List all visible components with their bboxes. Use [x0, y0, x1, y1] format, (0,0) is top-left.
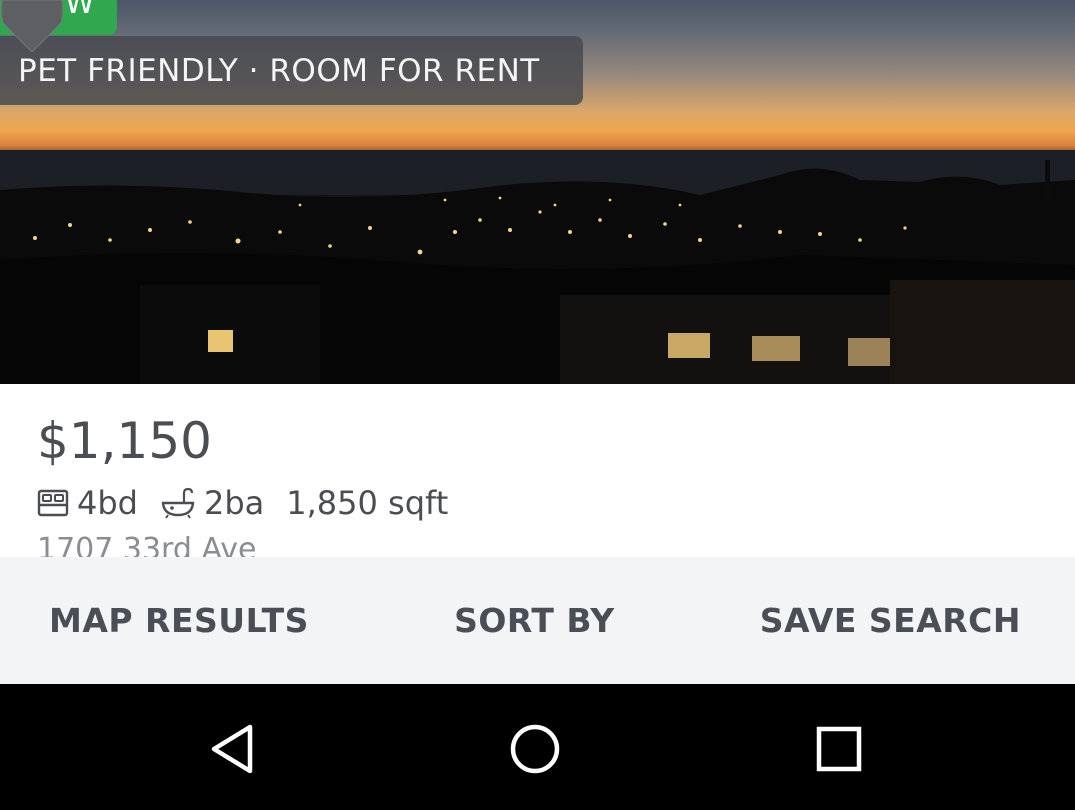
- beds-count: 4bd: [77, 484, 138, 522]
- sqft-spec: 1,850 sqft: [286, 484, 448, 522]
- search-action-bar: MAP RESULTS SORT BY SAVE SEARCH: [0, 557, 1075, 684]
- back-icon: [211, 724, 253, 774]
- baths-spec: 2ba: [160, 484, 264, 522]
- listing-price: $1,150: [37, 412, 212, 470]
- home-button[interactable]: [490, 704, 580, 794]
- home-icon: [510, 724, 560, 774]
- bed-icon: [37, 489, 69, 517]
- system-nav-bar: [0, 684, 1075, 810]
- heart-icon[interactable]: [0, 0, 64, 52]
- baths-count: 2ba: [203, 484, 265, 522]
- map-results-button[interactable]: MAP RESULTS: [49, 601, 309, 640]
- listing-card[interactable]: $1,150 4bd 2ba 1,850 sqft 1707 33rd Ave: [0, 384, 1075, 558]
- save-search-button[interactable]: SAVE SEARCH: [760, 601, 1021, 640]
- listing-specs: 4bd 2ba 1,850 sqft: [37, 484, 470, 522]
- beds-spec: 4bd: [37, 484, 138, 522]
- recents-button[interactable]: [794, 704, 884, 794]
- back-button[interactable]: [187, 704, 277, 794]
- listing-address: 1707 33rd Ave: [37, 532, 257, 558]
- sqft-value: 1,850 sqft: [286, 484, 449, 522]
- bathtub-icon: [161, 487, 195, 519]
- recents-icon: [816, 726, 862, 772]
- listing-tags: PET FRIENDLY · ROOM FOR RENT: [0, 36, 583, 105]
- sort-by-button[interactable]: SORT BY: [454, 601, 615, 640]
- listing-photo[interactable]: NEW PET FRIENDLY · ROOM FOR RENT: [0, 0, 1075, 384]
